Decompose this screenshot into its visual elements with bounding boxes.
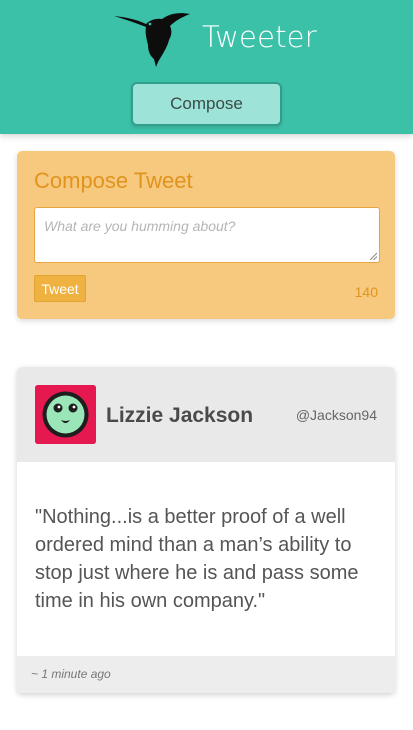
tweet-text: "Nothing...is a better proof of a well o… — [35, 506, 359, 612]
tweet-header: Lizzie Jackson @Jackson94 — [17, 367, 395, 462]
tweet-textarea-placeholder: What are you humming about? — [44, 218, 236, 234]
tweet-footer: ~ 1 minute ago — [17, 656, 395, 693]
author-name[interactable]: Lizzie Jackson — [106, 404, 253, 428]
tweet-timestamp: ~ 1 minute ago — [31, 667, 111, 681]
tweet-card: Lizzie Jackson @Jackson94 "Nothing...is … — [17, 367, 395, 693]
brand-title: Tweeter — [202, 20, 317, 54]
resize-handle-icon[interactable] — [369, 252, 377, 260]
hummingbird-icon — [114, 13, 190, 67]
tweet-button[interactable]: Tweet — [34, 275, 86, 302]
compose-title: Compose Tweet — [34, 168, 193, 193]
smiley-avatar-icon — [35, 385, 96, 444]
compose-button[interactable]: Compose — [131, 82, 282, 126]
character-counter: 140 — [354, 284, 378, 300]
author-handle[interactable]: @Jackson94 — [296, 407, 377, 423]
compose-tweet-card: Compose Tweet What are you humming about… — [17, 151, 395, 319]
tweet-textarea[interactable]: What are you humming about? — [34, 207, 380, 263]
app-header: Tweeter Compose — [0, 0, 413, 134]
